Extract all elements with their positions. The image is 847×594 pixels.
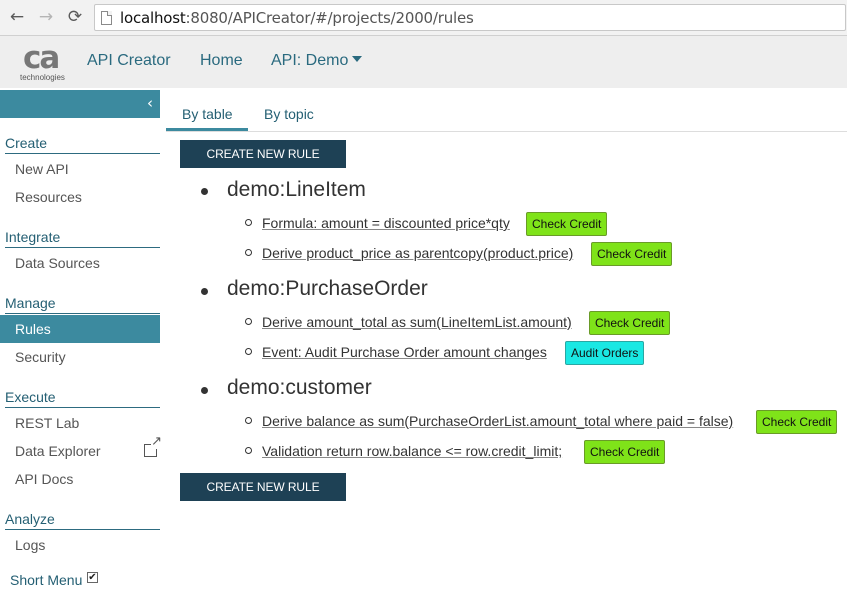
nav-home[interactable]: Home	[200, 52, 243, 70]
sidebar-item-logs[interactable]: Logs	[0, 531, 160, 559]
short-menu-checkbox[interactable]: ✔	[87, 572, 98, 583]
table-name-purchaseorder[interactable]: demo:PurchaseOrder	[227, 277, 428, 301]
data-explorer-label: Data Explorer	[15, 443, 101, 459]
topic-badge-check-credit[interactable]: Check Credit	[591, 242, 673, 266]
nav-api-dropdown[interactable]: API: Demo	[271, 52, 363, 70]
url-host: localhost	[120, 9, 186, 27]
back-arrow-icon[interactable]: ←	[7, 7, 27, 27]
forward-arrow-icon[interactable]: →	[36, 7, 56, 27]
active-tab-indicator	[166, 128, 248, 131]
sidebar-item-resources[interactable]: Resources	[0, 183, 160, 211]
rule-link-lineitem-formula[interactable]: Formula: amount = discounted price*qty	[262, 215, 510, 231]
rule-bullet	[245, 318, 252, 325]
table-name-lineitem[interactable]: demo:LineItem	[227, 178, 366, 202]
api-dropdown-label: API: Demo	[271, 52, 349, 69]
sidebar-collapse-button[interactable]: ‹	[0, 90, 160, 118]
tab-by-table[interactable]: By table	[182, 106, 233, 122]
short-menu-label: Short Menu	[10, 572, 83, 588]
chevron-left-icon: ‹	[147, 94, 153, 112]
table-bullet	[201, 188, 208, 195]
section-execute-heading: Execute	[5, 389, 160, 408]
sidebar-item-rest-lab[interactable]: REST Lab	[0, 409, 160, 437]
rule-bullet	[245, 348, 252, 355]
topic-badge-check-credit[interactable]: Check Credit	[589, 311, 671, 335]
sidebar-item-data-explorer[interactable]: Data Explorer	[0, 435, 162, 465]
sidebar-item-new-api[interactable]: New API	[0, 155, 160, 183]
tab-by-topic[interactable]: By topic	[264, 106, 314, 122]
rule-view-tabs: By table By topic	[166, 88, 847, 132]
browser-toolbar: ← → ⟳ localhost:8080/APICreator/#/projec…	[0, 0, 847, 36]
caret-down-icon	[352, 56, 363, 62]
nav-api-creator[interactable]: API Creator	[87, 52, 171, 70]
rule-bullet	[245, 219, 252, 226]
url-text[interactable]: localhost:8080/APICreator/#/projects/200…	[120, 9, 474, 27]
section-analyze-heading: Analyze	[5, 511, 160, 530]
address-bar[interactable]: localhost:8080/APICreator/#/projects/200…	[94, 4, 846, 31]
rule-link-lineitem-product-price[interactable]: Derive product_price as parentcopy(produ…	[262, 245, 573, 261]
rule-bullet	[245, 417, 252, 424]
topic-badge-check-credit[interactable]: Check Credit	[526, 212, 608, 236]
rule-link-customer-credit-validation[interactable]: Validation return row.balance <= row.cre…	[262, 443, 562, 459]
create-new-rule-button-bottom[interactable]: CREATE NEW RULE	[180, 473, 346, 501]
rule-link-purchaseorder-audit-event[interactable]: Event: Audit Purchase Order amount chang…	[262, 344, 547, 360]
rule-link-customer-balance[interactable]: Derive balance as sum(PurchaseOrderList.…	[262, 413, 733, 429]
logo-subtitle: technologies	[20, 73, 65, 82]
sidebar-item-data-sources[interactable]: Data Sources	[0, 249, 160, 277]
table-bullet	[201, 387, 208, 394]
topic-badge-check-credit[interactable]: Check Credit	[756, 410, 838, 434]
rule-bullet	[245, 249, 252, 256]
table-name-customer[interactable]: demo:customer	[227, 376, 372, 400]
section-integrate-heading: Integrate	[5, 229, 160, 248]
url-path: :8080/APICreator/#/projects/2000/rules	[185, 9, 474, 27]
sidebar-item-security[interactable]: Security	[0, 343, 160, 371]
rule-link-purchaseorder-amount-total[interactable]: Derive amount_total as sum(LineItemList.…	[262, 314, 572, 330]
ca-logo[interactable]: ca technologies	[18, 40, 74, 84]
topic-badge-audit-orders[interactable]: Audit Orders	[565, 341, 645, 365]
sidebar-item-api-docs[interactable]: API Docs	[0, 465, 160, 493]
create-new-rule-button-top[interactable]: CREATE NEW RULE	[180, 140, 346, 168]
external-link-icon	[144, 435, 162, 457]
rule-bullet	[245, 447, 252, 454]
page-icon	[101, 11, 112, 25]
logo-mark: ca	[23, 40, 60, 76]
sidebar-item-rules[interactable]: Rules	[0, 315, 160, 343]
table-bullet	[201, 288, 208, 295]
app-header: ca technologies API Creator Home API: De…	[0, 36, 847, 88]
sidebar: ‹ Create New API Resources Integrate Dat…	[0, 88, 166, 594]
topic-badge-check-credit[interactable]: Check Credit	[584, 440, 666, 464]
reload-icon[interactable]: ⟳	[65, 7, 85, 27]
section-create-heading: Create	[5, 135, 160, 154]
section-manage-heading: Manage	[5, 295, 160, 314]
